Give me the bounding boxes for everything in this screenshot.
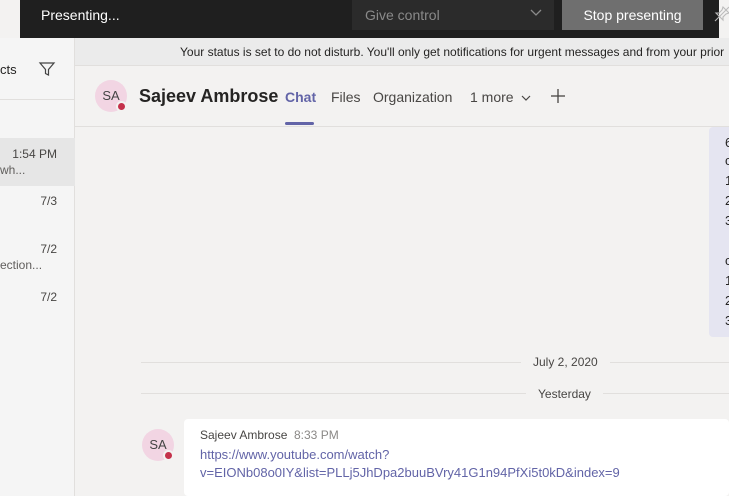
date-divider-line — [141, 393, 729, 394]
presenting-bar: Presenting... Give control Stop presenti… — [20, 0, 729, 38]
sent-message-text: c — [725, 153, 729, 168]
presence-dnd-icon — [116, 101, 127, 112]
date-divider-label: July 2, 2020 — [521, 355, 610, 369]
list-item-preview: wh... — [0, 163, 26, 177]
dnd-status-banner: Your status is set to do not disturb. Yo… — [75, 38, 729, 66]
sent-message-text: 2 — [725, 193, 729, 208]
message-sender: Sajeev Ambrose — [200, 428, 288, 442]
date-divider-label: Yesterday — [526, 387, 603, 401]
stop-presenting-label: Stop presenting — [583, 7, 682, 23]
active-tab-indicator — [285, 122, 314, 125]
give-control-dropdown[interactable]: Give control — [352, 0, 554, 30]
tab-more-label: 1 more — [470, 89, 514, 105]
filter-icon[interactable] — [38, 60, 56, 78]
chat-list-pane: cts 1:54 PM wh... 7/3 7/2 ection... 7/2 — [0, 38, 75, 496]
tab-chat[interactable]: Chat — [285, 89, 316, 105]
chat-list-item[interactable]: 7/2 ection... — [0, 242, 75, 290]
sent-message-text: c — [725, 253, 729, 268]
sent-message-text: 1 — [725, 173, 729, 188]
message-link[interactable]: https://www.youtube.com/watch? v=EIONb08… — [200, 446, 720, 482]
message-area: 6 c 1 2 3 c 1 2 3 July 2, 2020 Yesterday… — [75, 127, 729, 496]
list-item-time: 1:54 PM — [12, 147, 57, 161]
sent-message-text: 2 — [725, 293, 729, 308]
list-item-time: 7/3 — [40, 194, 57, 208]
sent-message-bubble: 6 c 1 2 3 c 1 2 3 — [709, 127, 729, 337]
message-link-line: v=EIONb08o0IY&list=PLLj5JhDpa2buuBVry41G… — [200, 465, 620, 480]
tab-more[interactable]: 1 more — [470, 89, 531, 105]
message-card: Sajeev Ambrose 8:33 PM https://www.youtu… — [184, 419, 729, 496]
sent-message-text: 3 — [725, 213, 729, 228]
chat-list-header: cts — [0, 38, 75, 100]
chat-header: SA Sajeev Ambrose Chat Files Organizatio… — [75, 66, 729, 127]
message-link-line: https://www.youtube.com/watch? — [200, 447, 390, 462]
give-control-label: Give control — [365, 7, 440, 23]
chat-list-item[interactable]: 7/2 — [0, 290, 75, 338]
chat-list-item[interactable]: 7/3 — [0, 194, 75, 242]
stop-presenting-button[interactable]: Stop presenting — [562, 0, 703, 30]
date-divider-line — [141, 362, 729, 363]
list-item-time: 7/2 — [40, 290, 57, 304]
chevron-down-icon — [522, 95, 531, 102]
sent-message-text: 3 — [725, 313, 729, 328]
contact-name: Sajeev Ambrose — [139, 86, 279, 106]
message-time: 8:33 PM — [294, 428, 339, 442]
presence-dnd-icon — [163, 450, 174, 461]
tab-organization[interactable]: Organization — [373, 89, 452, 105]
list-item-time: 7/2 — [40, 242, 57, 256]
chat-list-header-text: cts — [0, 62, 17, 77]
chevron-down-icon — [530, 9, 542, 16]
unpin-icon[interactable] — [714, 6, 729, 22]
sent-message-text: 6 — [725, 135, 729, 150]
presenting-status: Presenting... — [41, 7, 120, 23]
add-tab-icon[interactable] — [551, 89, 565, 103]
tab-files[interactable]: Files — [331, 89, 361, 105]
list-item-preview: ection... — [0, 258, 43, 272]
chat-list-item[interactable]: 1:54 PM wh... — [0, 138, 75, 186]
sent-message-text: 1 — [725, 273, 729, 288]
